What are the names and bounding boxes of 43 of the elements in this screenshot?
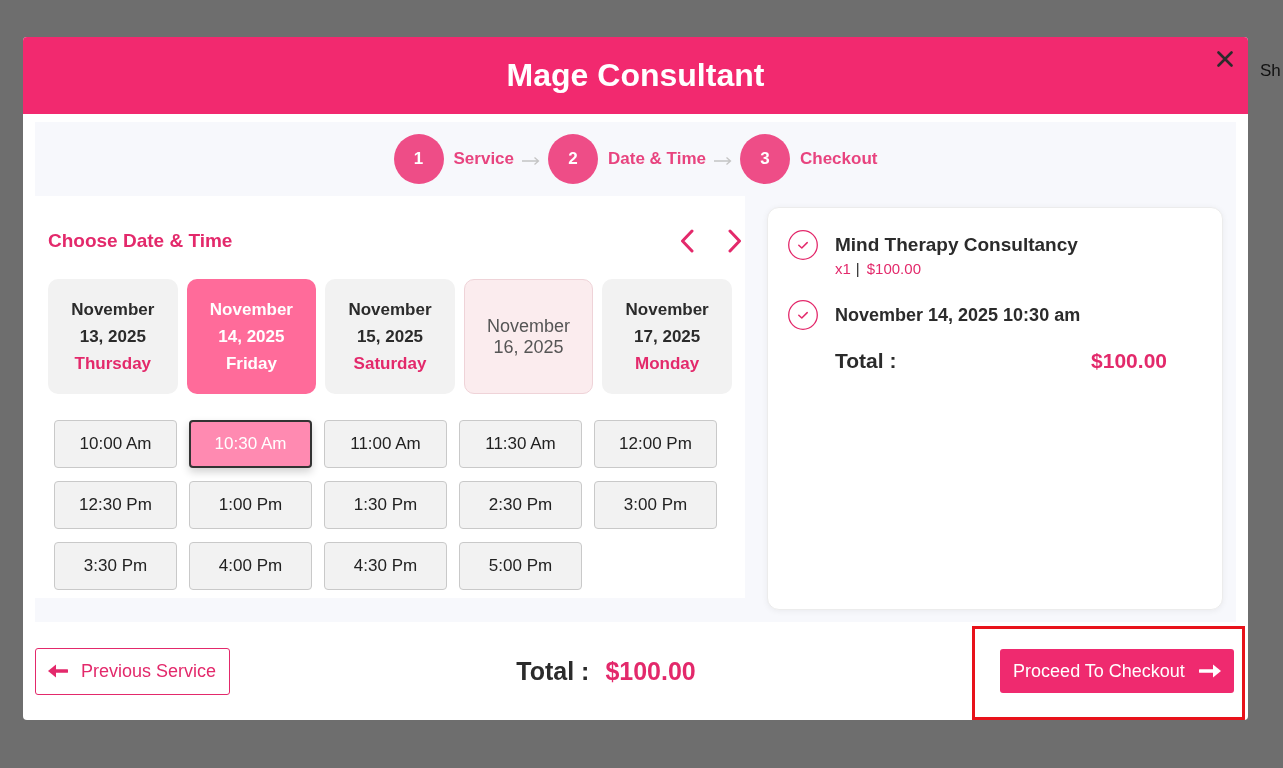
modal-title: Mage Consultant bbox=[506, 57, 765, 94]
check-circle-icon bbox=[788, 230, 818, 260]
step-number: 3 bbox=[740, 134, 790, 184]
time-slot[interactable]: 2:30 Pm bbox=[459, 481, 582, 529]
time-slot[interactable]: 12:30 Pm bbox=[54, 481, 177, 529]
arrow-icon bbox=[714, 156, 732, 166]
total-label: Total : bbox=[516, 656, 590, 686]
chevron-right-icon[interactable] bbox=[728, 229, 742, 253]
total-amount: $100.00 bbox=[1091, 348, 1167, 374]
date-card[interactable]: November 15, 2025 Saturday bbox=[325, 279, 455, 394]
section-heading: Choose Date & Time bbox=[48, 230, 233, 252]
service-name: Mind Therapy Consultancy bbox=[835, 233, 1078, 257]
time-slot[interactable]: 4:30 Pm bbox=[324, 542, 447, 590]
time-slot[interactable]: 11:30 Am bbox=[459, 420, 582, 468]
step-label: Service bbox=[453, 149, 515, 169]
time-slot[interactable]: 11:00 Am bbox=[324, 420, 447, 468]
previous-button[interactable]: Previous Service bbox=[35, 647, 230, 695]
close-icon[interactable] bbox=[1217, 51, 1233, 67]
total-label: Total : bbox=[835, 348, 897, 374]
time-slot[interactable]: 5:00 Pm bbox=[459, 542, 582, 590]
arrow-left-icon bbox=[48, 664, 68, 678]
quantity-price: x1 | $100.00 bbox=[835, 260, 922, 278]
proceed-button[interactable]: Proceed To Checkout bbox=[1000, 649, 1234, 693]
time-slot[interactable]: 3:00 Pm bbox=[594, 481, 717, 529]
arrow-right-icon bbox=[1198, 664, 1221, 678]
date-card[interactable]: November 17, 2025 Monday bbox=[602, 279, 732, 394]
check-circle-icon bbox=[788, 300, 818, 330]
background-text: Sh bbox=[1260, 61, 1281, 81]
arrow-icon bbox=[522, 156, 541, 166]
step-label: Checkout bbox=[800, 149, 878, 169]
step-number: 1 bbox=[393, 134, 444, 184]
time-slot[interactable]: 1:00 Pm bbox=[189, 481, 312, 529]
time-slot[interactable]: 4:00 Pm bbox=[189, 542, 312, 590]
time-slot[interactable]: 1:30 Pm bbox=[324, 481, 447, 529]
total-amount: $100.00 bbox=[605, 656, 696, 686]
booking-datetime: November 14, 2025 10:30 am bbox=[835, 304, 1081, 327]
time-slot[interactable]: 10:00 Am bbox=[54, 420, 177, 468]
date-card[interactable]: November 13, 2025 Thursday bbox=[48, 279, 178, 394]
step-number: 2 bbox=[548, 134, 599, 184]
chevron-left-icon[interactable] bbox=[680, 229, 694, 253]
step-label: Date & Time bbox=[608, 149, 706, 169]
time-slot[interactable]: 3:30 Pm bbox=[54, 542, 177, 590]
time-slot[interactable]: 12:00 Pm bbox=[594, 420, 717, 468]
